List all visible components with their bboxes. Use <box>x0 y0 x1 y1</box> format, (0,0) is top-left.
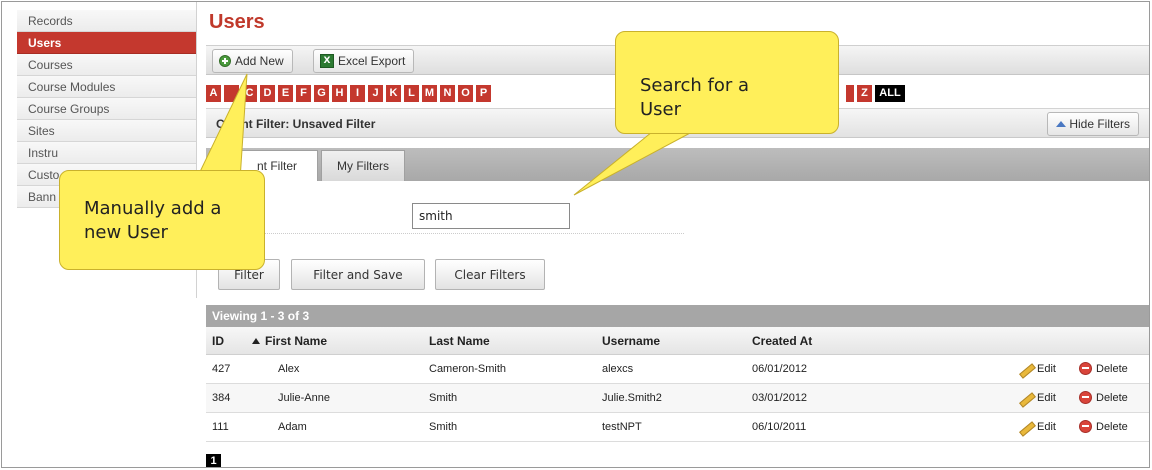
add-callout-tail <box>196 73 248 181</box>
search-user-callout-text: Search for a User <box>640 75 750 120</box>
app-frame: Records Users Courses Course Modules Cou… <box>1 1 1150 468</box>
search-user-callout: Search for a User <box>615 31 839 134</box>
search-callout-tail <box>573 131 693 196</box>
add-user-callout: Manually add a new User <box>59 170 265 270</box>
add-user-callout-text: Manually add a new User <box>84 198 222 243</box>
